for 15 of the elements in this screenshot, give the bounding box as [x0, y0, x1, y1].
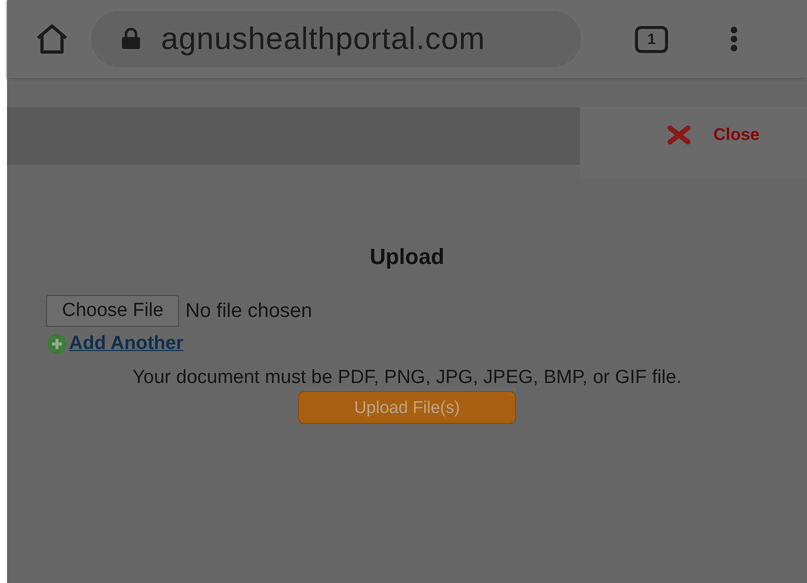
choose-file-button[interactable]: Choose File	[46, 295, 180, 327]
close-icon	[667, 124, 692, 144]
plus-circle-icon	[46, 333, 68, 355]
dialog-title: Upload	[370, 244, 444, 270]
url-text: agnushealthportal.com	[161, 21, 486, 57]
menu-icon[interactable]	[730, 26, 738, 52]
file-type-notice: Your document must be PDF, PNG, JPG, JPEG, BMP, or GIF file.	[132, 367, 682, 389]
tab-count-button[interactable]: 1	[635, 26, 668, 52]
add-another-link[interactable]: Add Another	[46, 333, 312, 355]
close-button[interactable]: Close	[627, 124, 760, 144]
home-icon[interactable]	[35, 24, 69, 54]
address-bar[interactable]: agnushealthportal.com	[91, 11, 581, 67]
lock-icon	[121, 28, 141, 50]
upload-button[interactable]: Upload File(s)	[298, 391, 516, 424]
file-status-text: No file chosen	[185, 300, 312, 322]
